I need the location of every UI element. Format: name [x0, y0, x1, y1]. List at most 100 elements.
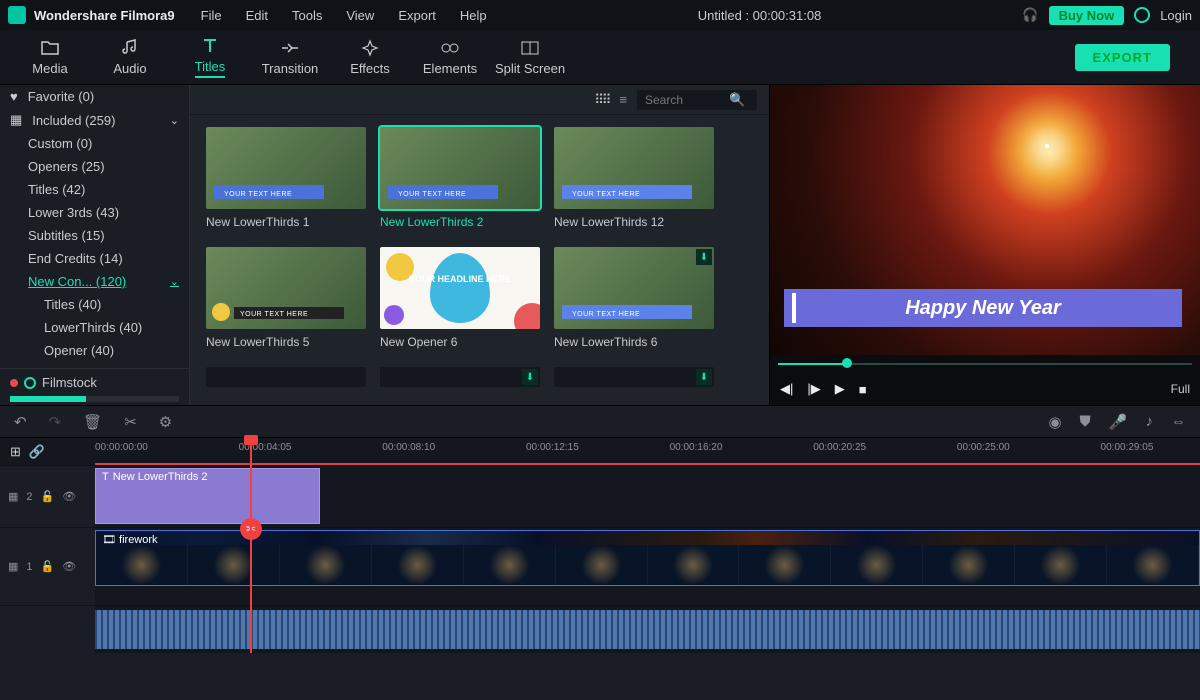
tab-split-screen[interactable]: Split Screen [490, 39, 570, 76]
mixer-button[interactable]: ♪ [1146, 413, 1154, 431]
sidebar-sub-titles[interactable]: Titles (40) [0, 293, 189, 316]
sidebar-lower3rds[interactable]: Lower 3rds (43) [0, 201, 189, 224]
download-icon[interactable]: ⬇ [522, 369, 538, 385]
asset-item[interactable]: ⬇ [554, 367, 714, 387]
preview-panel: Happy New Year ◀| |▶ ▶ ■ Full [770, 85, 1200, 405]
shield-icon[interactable]: ⛊ [1080, 413, 1091, 431]
adjust-button[interactable]: ⚙ [159, 413, 172, 431]
delete-button[interactable]: 🗑 [83, 413, 102, 431]
sidebar-sub-lowerthirds[interactable]: LowerThirds (40) [0, 316, 189, 339]
search-icon[interactable]: 🔍 [729, 92, 745, 108]
scrub-knob[interactable] [842, 358, 852, 368]
asset-item[interactable]: YOUR TEXT HERE New LowerThirds 12 [554, 127, 714, 229]
sidebar-subtitles[interactable]: Subtitles (15) [0, 224, 189, 247]
music-note-icon [120, 39, 140, 57]
timeline-track-1: ▦1🔓👁 ✂ 🎞 firework [0, 527, 1200, 605]
menu-help[interactable]: Help [450, 8, 497, 23]
transition-icon [280, 39, 300, 57]
menu-export[interactable]: Export [388, 8, 446, 23]
search-box[interactable]: 🔍 [637, 90, 757, 110]
title-bar: Wondershare Filmora9 File Edit Tools Vie… [0, 0, 1200, 30]
sidebar-openers[interactable]: Openers (25) [0, 155, 189, 178]
asset-item[interactable]: YOUR TEXT HERE New LowerThirds 2 [380, 127, 540, 229]
track-lane[interactable]: TNew LowerThirds 2 [95, 466, 1200, 527]
asset-item[interactable]: YOUR TEXT HERE New LowerThirds 1 [206, 127, 366, 229]
preview-scrubber[interactable] [770, 355, 1200, 373]
undo-button[interactable]: ↶ [14, 413, 27, 431]
timeline-track-2: ▦2🔓👁 TNew LowerThirds 2 [0, 465, 1200, 527]
tick-label: 00:00:29:05 [1101, 442, 1154, 453]
grid-view-icon[interactable]: ⠿⠿ [594, 92, 609, 108]
stop-button[interactable]: ■ [859, 382, 867, 397]
download-icon[interactable]: ⬇ [696, 369, 712, 385]
tab-effects[interactable]: Effects [330, 39, 410, 76]
buy-now-button[interactable]: Buy Now [1049, 6, 1125, 25]
video-clip[interactable]: 🎞 firework [95, 530, 1200, 586]
asset-browser: ⠿⠿ ≡ 🔍 YOUR TEXT HERE New LowerThirds 1 … [190, 85, 770, 405]
sidebar-newcon[interactable]: New Con... (120)⌄ [0, 270, 189, 293]
elements-icon [440, 39, 460, 57]
search-input[interactable] [645, 93, 729, 107]
sidebar-included[interactable]: Included (259)⌄ [0, 108, 189, 132]
play-button[interactable]: ▶ [835, 381, 845, 397]
lock-icon[interactable]: 🔓 [41, 490, 55, 503]
tab-titles[interactable]: Titles [170, 37, 250, 78]
render-button[interactable]: ◉ [1048, 413, 1061, 431]
preview-canvas[interactable]: Happy New Year [770, 85, 1200, 355]
asset-item[interactable] [206, 367, 366, 387]
sidebar-endcredits[interactable]: End Credits (14) [0, 247, 189, 270]
text-icon: T [102, 471, 109, 483]
voiceover-button[interactable]: 🎤 [1109, 413, 1128, 431]
chevron-down-icon: ⌄ [170, 114, 179, 127]
tab-transition[interactable]: Transition [250, 39, 330, 76]
tick-label: 00:00:20:25 [813, 442, 866, 453]
split-button[interactable]: ✂ [124, 413, 137, 431]
chevron-down-icon: ⌄ [170, 275, 179, 288]
play-backward-button[interactable]: |▶ [807, 381, 820, 397]
download-icon[interactable]: ⬇ [696, 249, 712, 265]
timeline-area: ⊞ 🔗 00:00:00:00 00:00:04:05 00:00:08:10 … [0, 437, 1200, 653]
add-track-icon[interactable]: ⊞ [10, 444, 21, 460]
track-lane[interactable]: ✂ 🎞 firework [95, 528, 1200, 605]
sidebar-custom[interactable]: Custom (0) [0, 132, 189, 155]
link-icon[interactable]: 🔗 [29, 444, 45, 460]
asset-item[interactable]: YOUR HEADLINE HERE New Opener 6 [380, 247, 540, 349]
headset-icon[interactable]: 🎧 [1022, 7, 1038, 23]
login-button[interactable]: Login [1160, 8, 1192, 23]
sidebar-favorite[interactable]: Favorite (0) [0, 85, 189, 108]
tab-elements[interactable]: Elements [410, 39, 490, 76]
eye-icon[interactable]: 👁 [62, 490, 76, 503]
redo-button[interactable]: ↷ [49, 413, 62, 431]
timeline-ruler[interactable]: ⊞ 🔗 00:00:00:00 00:00:04:05 00:00:08:10 … [0, 437, 1200, 465]
menu-view[interactable]: View [336, 8, 384, 23]
sparkle-icon [360, 39, 380, 57]
asset-item[interactable]: YOUR TEXT HERE New LowerThirds 5 [206, 247, 366, 349]
tab-audio[interactable]: Audio [90, 39, 170, 76]
sidebar-sub-opener[interactable]: Opener (40) [0, 339, 189, 362]
tab-media[interactable]: Media [10, 39, 90, 76]
title-clip[interactable]: TNew LowerThirds 2 [95, 468, 320, 524]
tick-label: 00:00:25:00 [957, 442, 1010, 453]
audio-waveform[interactable] [95, 610, 1200, 649]
menu-tools[interactable]: Tools [282, 8, 332, 23]
asset-item[interactable]: YOUR TEXT HERE⬇ New LowerThirds 6 [554, 247, 714, 349]
prev-frame-button[interactable]: ◀| [780, 381, 793, 397]
lock-icon[interactable]: 🔓 [41, 560, 55, 573]
menu-edit[interactable]: Edit [236, 8, 278, 23]
sidebar-filmstock[interactable]: Filmstock [0, 368, 189, 390]
eye-icon[interactable]: 👁 [62, 560, 76, 573]
tick-label: 00:00:08:10 [382, 442, 435, 453]
menu-file[interactable]: File [191, 8, 232, 23]
sidebar-titles[interactable]: Titles (42) [0, 178, 189, 201]
sort-icon[interactable]: ≡ [619, 92, 627, 107]
tick-label: 00:00:00:00 [95, 442, 148, 453]
timeline-audio-track [0, 605, 1200, 653]
asset-item[interactable]: ⬇ [380, 367, 540, 387]
playhead-line[interactable] [250, 437, 252, 653]
track-lane[interactable] [95, 606, 1200, 653]
export-button[interactable]: EXPORT [1075, 44, 1170, 71]
info-icon[interactable] [1134, 7, 1150, 23]
timeline-toolbar: ↶ ↷ 🗑 ✂ ⚙ ◉ ⛊ 🎤 ♪ ⇔ [0, 405, 1200, 437]
fit-button[interactable]: ⇔ [1171, 413, 1186, 431]
fullscreen-button[interactable]: Full [1171, 382, 1190, 396]
